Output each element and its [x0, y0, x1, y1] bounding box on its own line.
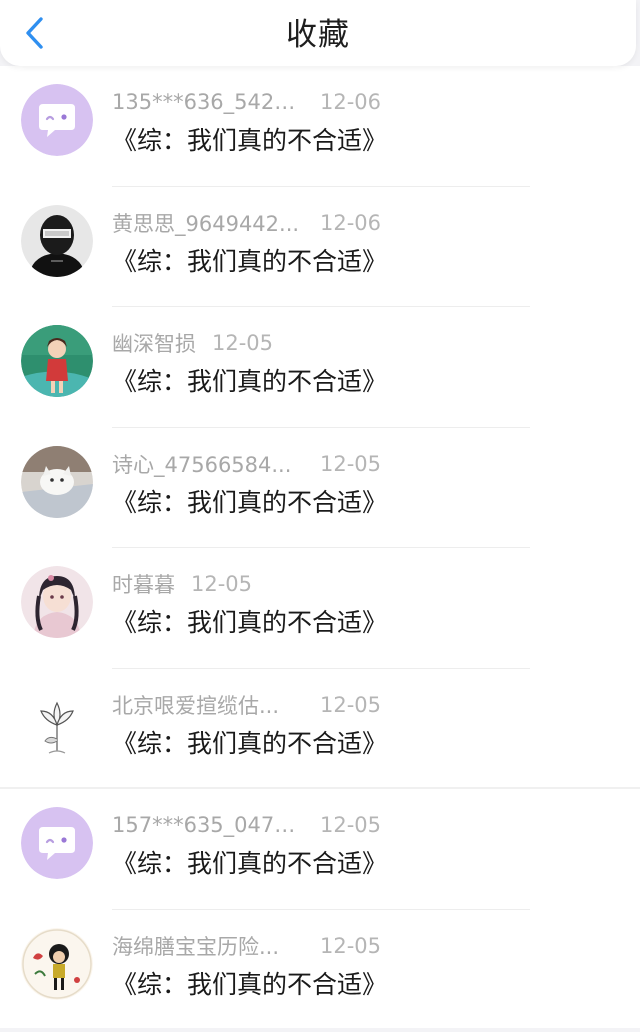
item-title[interactable]: 《综：我们真的不合适》	[112, 847, 387, 881]
item-date: 12-05	[320, 933, 382, 958]
chat-bubble-icon	[21, 84, 93, 156]
user-name[interactable]: 北京哏爱揎缆估...	[112, 690, 279, 720]
item-title[interactable]: 《综：我们真的不合适》	[112, 727, 387, 761]
item-meta: 海绵膳宝宝历险... 12-05	[112, 931, 381, 961]
item-date: 12-05	[320, 451, 382, 476]
anime-portrait-image	[21, 325, 93, 397]
item-date: 12-05	[320, 813, 382, 837]
item-meta: 诗心_47566584... 12-05	[112, 449, 381, 479]
item-date: 12-05	[212, 331, 274, 355]
item-meta: 157***635_0476... 12-05	[112, 811, 381, 839]
list-item[interactable]: 黄思思_9649442... 12-06 《综：我们真的不合适》	[0, 187, 640, 307]
top-bar: 收藏	[0, 0, 636, 66]
list-item[interactable]: 幽深智损 12-05 《综：我们真的不合适》	[0, 307, 640, 428]
lotus-icon	[21, 686, 93, 759]
item-meta: 135***636_5420... 12-06	[112, 88, 381, 116]
anime-portrait-image	[21, 566, 93, 638]
list-item[interactable]: 北京哏爱揎缆估... 12-05 《综：我们真的不合适》	[0, 669, 640, 789]
user-name[interactable]: 海绵膳宝宝历险...	[112, 931, 279, 961]
list-item[interactable]: 时暮暮 12-05 《综：我们真的不合适》	[0, 548, 640, 669]
item-meta: 幽深智损 12-05	[112, 329, 273, 357]
bottom-edge	[0, 1028, 640, 1032]
list-item[interactable]: 海绵膳宝宝历险... 12-05 《综：我们真的不合适》	[0, 910, 640, 1030]
cat-photo-image	[21, 445, 93, 518]
user-name[interactable]: 157***635_0476...	[112, 813, 302, 837]
avatar[interactable]	[21, 927, 93, 1000]
item-title[interactable]: 《综：我们真的不合适》	[112, 365, 387, 399]
item-date: 12-06	[320, 90, 382, 114]
list-item[interactable]: 诗心_47566584... 12-05 《综：我们真的不合适》	[0, 428, 640, 548]
item-title[interactable]: 《综：我们真的不合适》	[112, 124, 387, 158]
list-item[interactable]: 135***636_5420... 12-06 《综：我们真的不合适》	[0, 66, 640, 187]
item-title[interactable]: 《综：我们真的不合适》	[112, 245, 387, 279]
item-title[interactable]: 《综：我们真的不合适》	[112, 606, 387, 640]
item-title[interactable]: 《综：我们真的不合适》	[112, 968, 387, 1002]
user-name[interactable]: 135***636_5420...	[112, 90, 302, 114]
item-title[interactable]: 《综：我们真的不合适》	[112, 486, 387, 520]
avatar[interactable]	[21, 445, 93, 518]
chat-bubble-icon	[21, 807, 93, 879]
item-date: 12-05	[320, 692, 382, 717]
avatar[interactable]	[21, 566, 93, 638]
avatar[interactable]	[21, 204, 93, 277]
page-title: 收藏	[286, 17, 350, 53]
item-meta: 北京哏爱揎缆估... 12-05	[112, 690, 381, 720]
item-meta: 黄思思_9649442... 12-06	[112, 208, 381, 238]
user-name[interactable]: 诗心_47566584...	[112, 449, 291, 479]
avatar[interactable]	[21, 325, 93, 397]
cartoon-doll-image	[21, 927, 93, 1000]
user-name[interactable]: 时暮暮	[112, 569, 175, 599]
item-meta: 时暮暮 12-05	[112, 570, 252, 598]
favorites-list: 135***636_5420... 12-06 《综：我们真的不合适》 黄思思_…	[0, 66, 640, 1032]
avatar[interactable]	[21, 84, 93, 156]
list-item[interactable]: 157***635_0476... 12-05 《综：我们真的不合适》	[0, 789, 640, 910]
user-name[interactable]: 黄思思_9649442...	[112, 208, 299, 238]
item-date: 12-05	[191, 572, 253, 596]
avatar[interactable]	[21, 686, 93, 759]
portrait-image	[21, 204, 93, 277]
avatar[interactable]	[21, 807, 93, 879]
user-name[interactable]: 幽深智损	[112, 328, 196, 358]
item-date: 12-06	[320, 210, 382, 235]
